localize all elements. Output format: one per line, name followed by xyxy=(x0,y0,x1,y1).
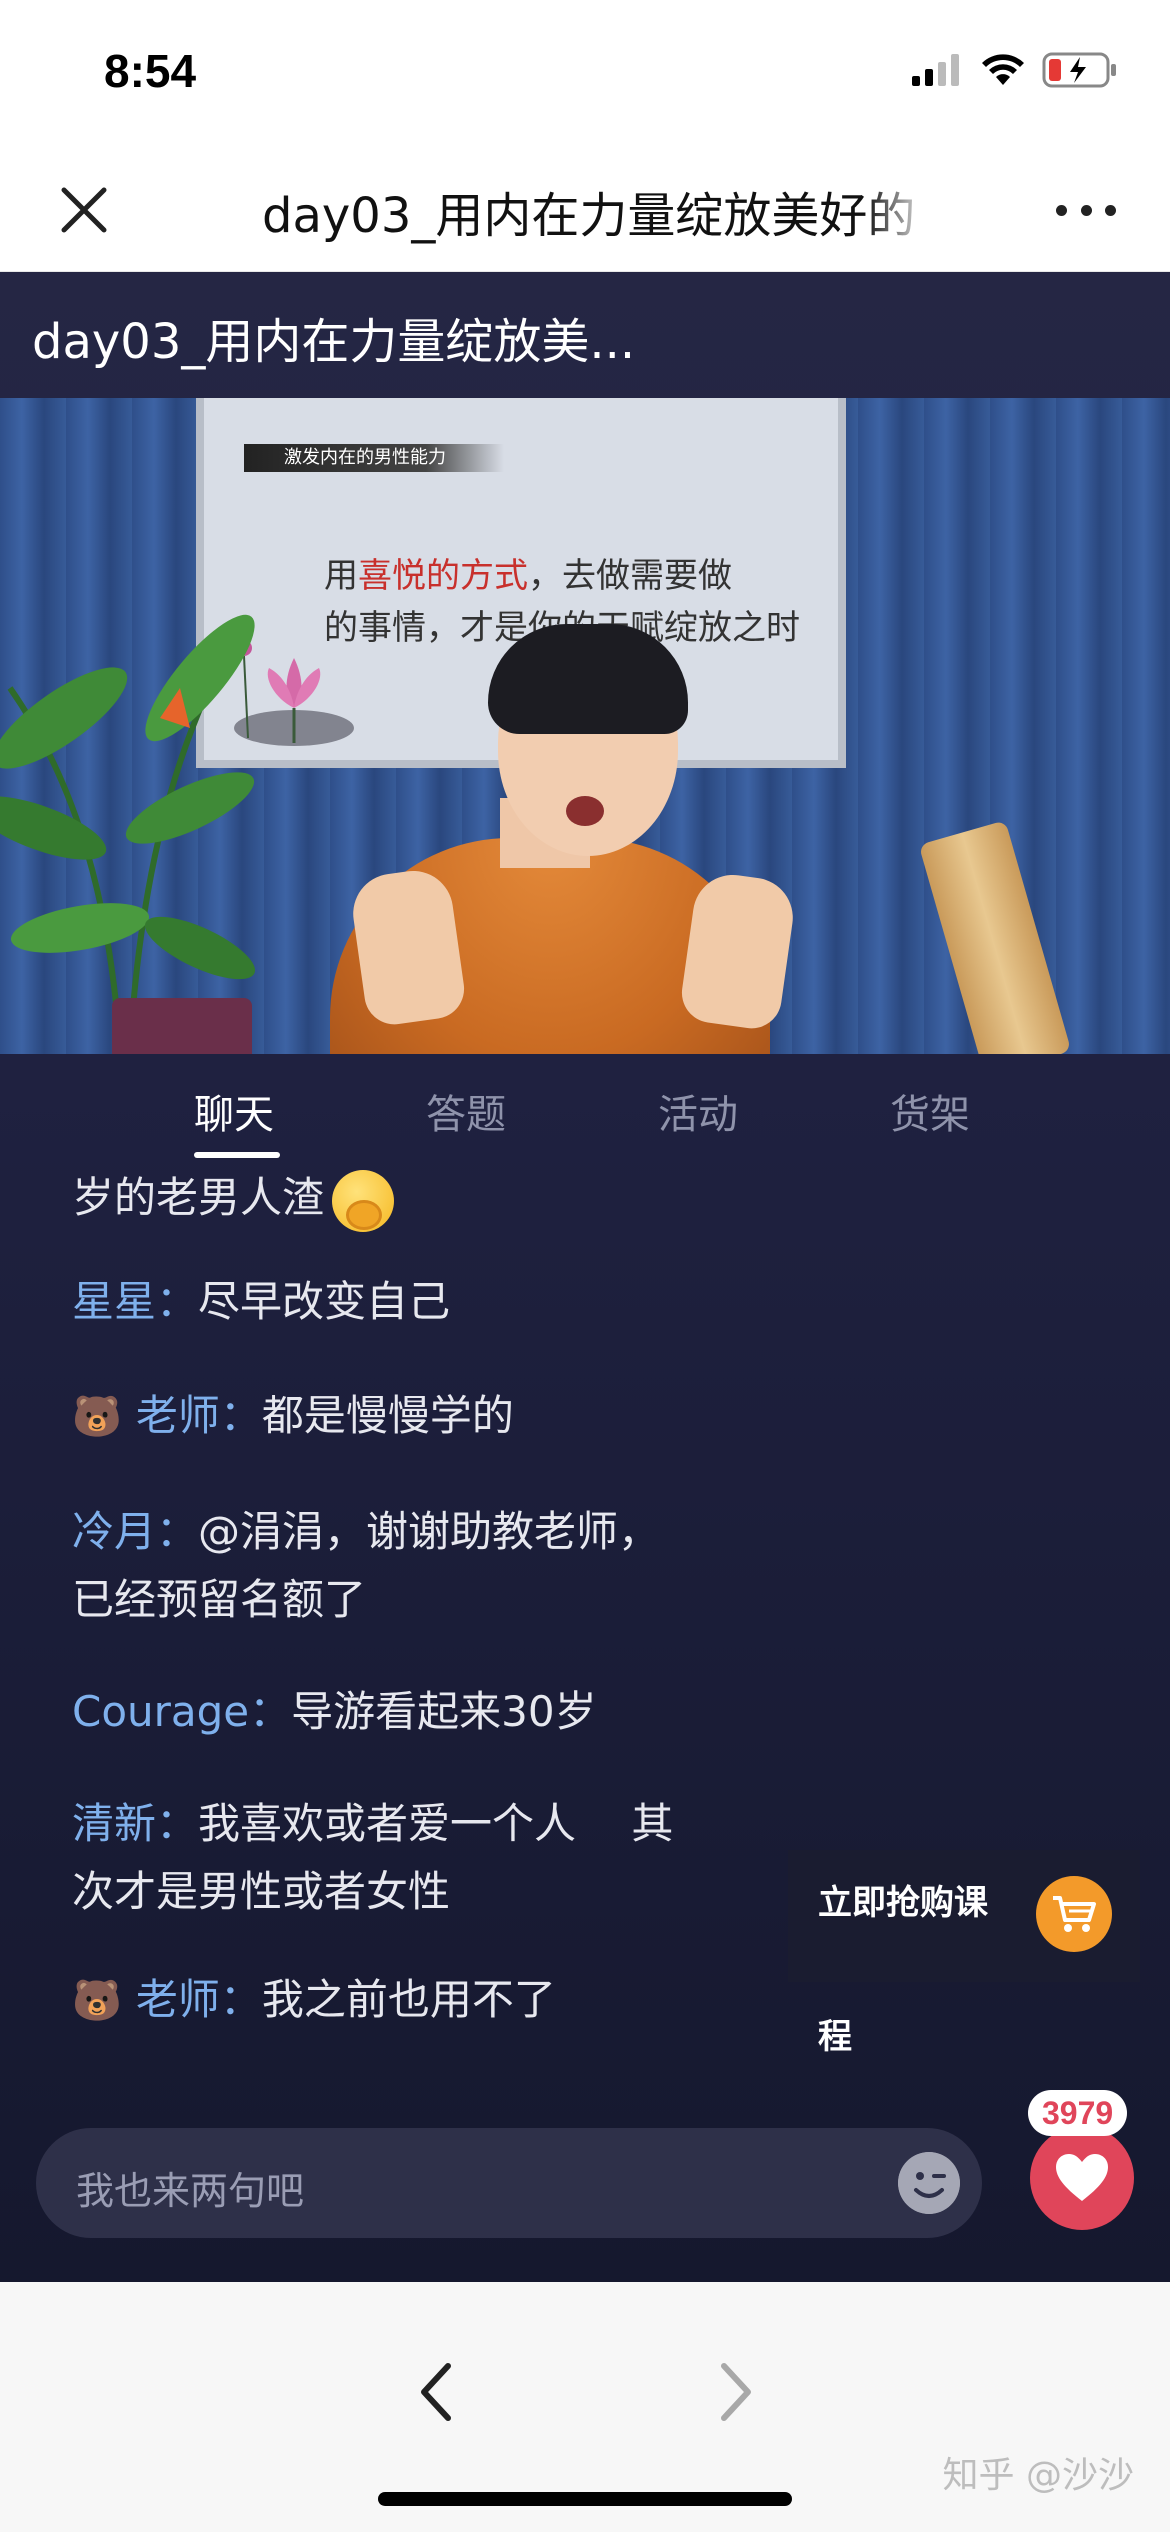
chat-text: 导游看起来30岁 xyxy=(291,1687,597,1736)
slide-heading: 激发内在的男性能力 xyxy=(244,444,504,472)
slide-text: ，去做需要做 xyxy=(528,556,732,596)
bear-icon: 🐻 xyxy=(72,1394,122,1440)
plant-illustration xyxy=(0,614,256,1049)
tab-shelf[interactable]: 货架 xyxy=(890,1082,970,1140)
chat-message: 星星：尽早改变自己 xyxy=(72,1268,772,1336)
tab-quiz[interactable]: 答题 xyxy=(426,1082,506,1140)
chevron-right-icon[interactable] xyxy=(706,2352,766,2432)
chevron-left-icon[interactable] xyxy=(406,2352,466,2432)
chat-message: 清新：我喜欢或者爱一个人 其次才是男性或者女性 xyxy=(72,1790,772,1926)
close-icon[interactable] xyxy=(54,180,114,240)
tab-activity[interactable]: 活动 xyxy=(658,1082,738,1140)
slide-text: 用 xyxy=(324,556,358,596)
cellular-signal-icon xyxy=(912,54,959,86)
browser-toolbar: 知乎 @沙沙 xyxy=(0,2282,1170,2532)
heart-icon[interactable] xyxy=(1030,2126,1134,2230)
chat-username[interactable]: 老师： xyxy=(136,1975,262,2024)
chat-input-placeholder: 我也来两句吧 xyxy=(76,2169,305,2213)
status-time: 8:54 xyxy=(104,45,197,97)
status-bar: 8:54 xyxy=(0,0,1170,150)
chat-text: 我之前也用不了 xyxy=(261,1975,556,2024)
chat-text: 都是慢慢学的 xyxy=(261,1391,514,1440)
chat-username[interactable]: 老师： xyxy=(136,1391,262,1440)
page-title: day03_用内在力量绽放美好的 xyxy=(262,188,916,244)
chat-message: 冷月：@涓涓，谢谢助教老师， 已经预留名额了 xyxy=(72,1498,772,1634)
emoji-icon[interactable] xyxy=(898,2152,960,2214)
video-player[interactable]: 激发内在的男性能力 用喜悦的方式，去做需要做 的事情，才是你的天赋绽放之时 xyxy=(0,398,1170,1054)
tab-bar: 聊天 答题 活动 货架 xyxy=(0,1054,1170,1164)
chat-text: 次才是男性或者女性 xyxy=(72,1867,451,1916)
chat-username[interactable]: 冷月： xyxy=(72,1507,198,1556)
more-icon[interactable] xyxy=(1056,200,1116,220)
chat-text: @涓涓，谢谢助教老师， xyxy=(198,1507,661,1556)
nav-bar: day03_用内在力量绽放美好的 xyxy=(0,150,1170,272)
watermark: 知乎 @沙沙 xyxy=(942,2455,1134,2496)
chat-username[interactable]: Courage： xyxy=(72,1687,291,1736)
buy-course-label: 立即抢购课程 xyxy=(818,1883,988,2057)
battery-charging-icon xyxy=(1042,52,1116,88)
bear-icon: 🐻 xyxy=(72,1978,122,2024)
heart-glyph xyxy=(1056,2154,1108,2201)
presenter-hair xyxy=(488,624,688,734)
presenter-mouth xyxy=(566,796,604,826)
tab-chat[interactable]: 聊天 xyxy=(194,1082,274,1140)
more-dot xyxy=(1105,204,1116,216)
chat-text: 尽早改变自己 xyxy=(198,1277,451,1326)
slide-highlight: 喜悦的方式 xyxy=(358,556,528,596)
more-dot xyxy=(1056,204,1067,216)
chat-username[interactable]: 清新： xyxy=(72,1799,198,1848)
slide-line-1: 用喜悦的方式，去做需要做 xyxy=(324,548,732,597)
buy-course-card[interactable]: 立即抢购课程 xyxy=(788,1850,1140,2057)
video-title: day03_用内在力量绽放美... xyxy=(32,314,636,370)
like-count: 3979 xyxy=(1028,2090,1128,2136)
tab-active-indicator xyxy=(194,1152,280,1158)
chat-message: 🐻 老师：都是慢慢学的 xyxy=(72,1382,772,1451)
chat-text: 我喜欢或者爱一个人 其 xyxy=(198,1799,674,1848)
wifi-icon xyxy=(982,54,1024,85)
chat-message: Courage：导游看起来30岁 xyxy=(72,1678,772,1746)
home-indicator[interactable] xyxy=(378,2492,792,2506)
chat-input[interactable]: 我也来两句吧 xyxy=(36,2128,982,2238)
chat-message: 岁的老男人渣 xyxy=(72,1164,772,1232)
chat-text: 岁的老男人渣 xyxy=(72,1173,325,1222)
cart-icon[interactable] xyxy=(1036,1876,1112,1952)
chat-message: 🐻 老师：我之前也用不了 xyxy=(72,1966,772,2035)
more-dot xyxy=(1080,204,1092,216)
status-icons xyxy=(912,52,1118,88)
chat-text: 已经预留名额了 xyxy=(72,1575,367,1624)
cart-glyph xyxy=(1053,1896,1096,1932)
chat-username[interactable]: 星星： xyxy=(72,1277,198,1326)
yawn-emoji-icon xyxy=(332,1169,395,1232)
flower-pot xyxy=(112,998,252,1054)
